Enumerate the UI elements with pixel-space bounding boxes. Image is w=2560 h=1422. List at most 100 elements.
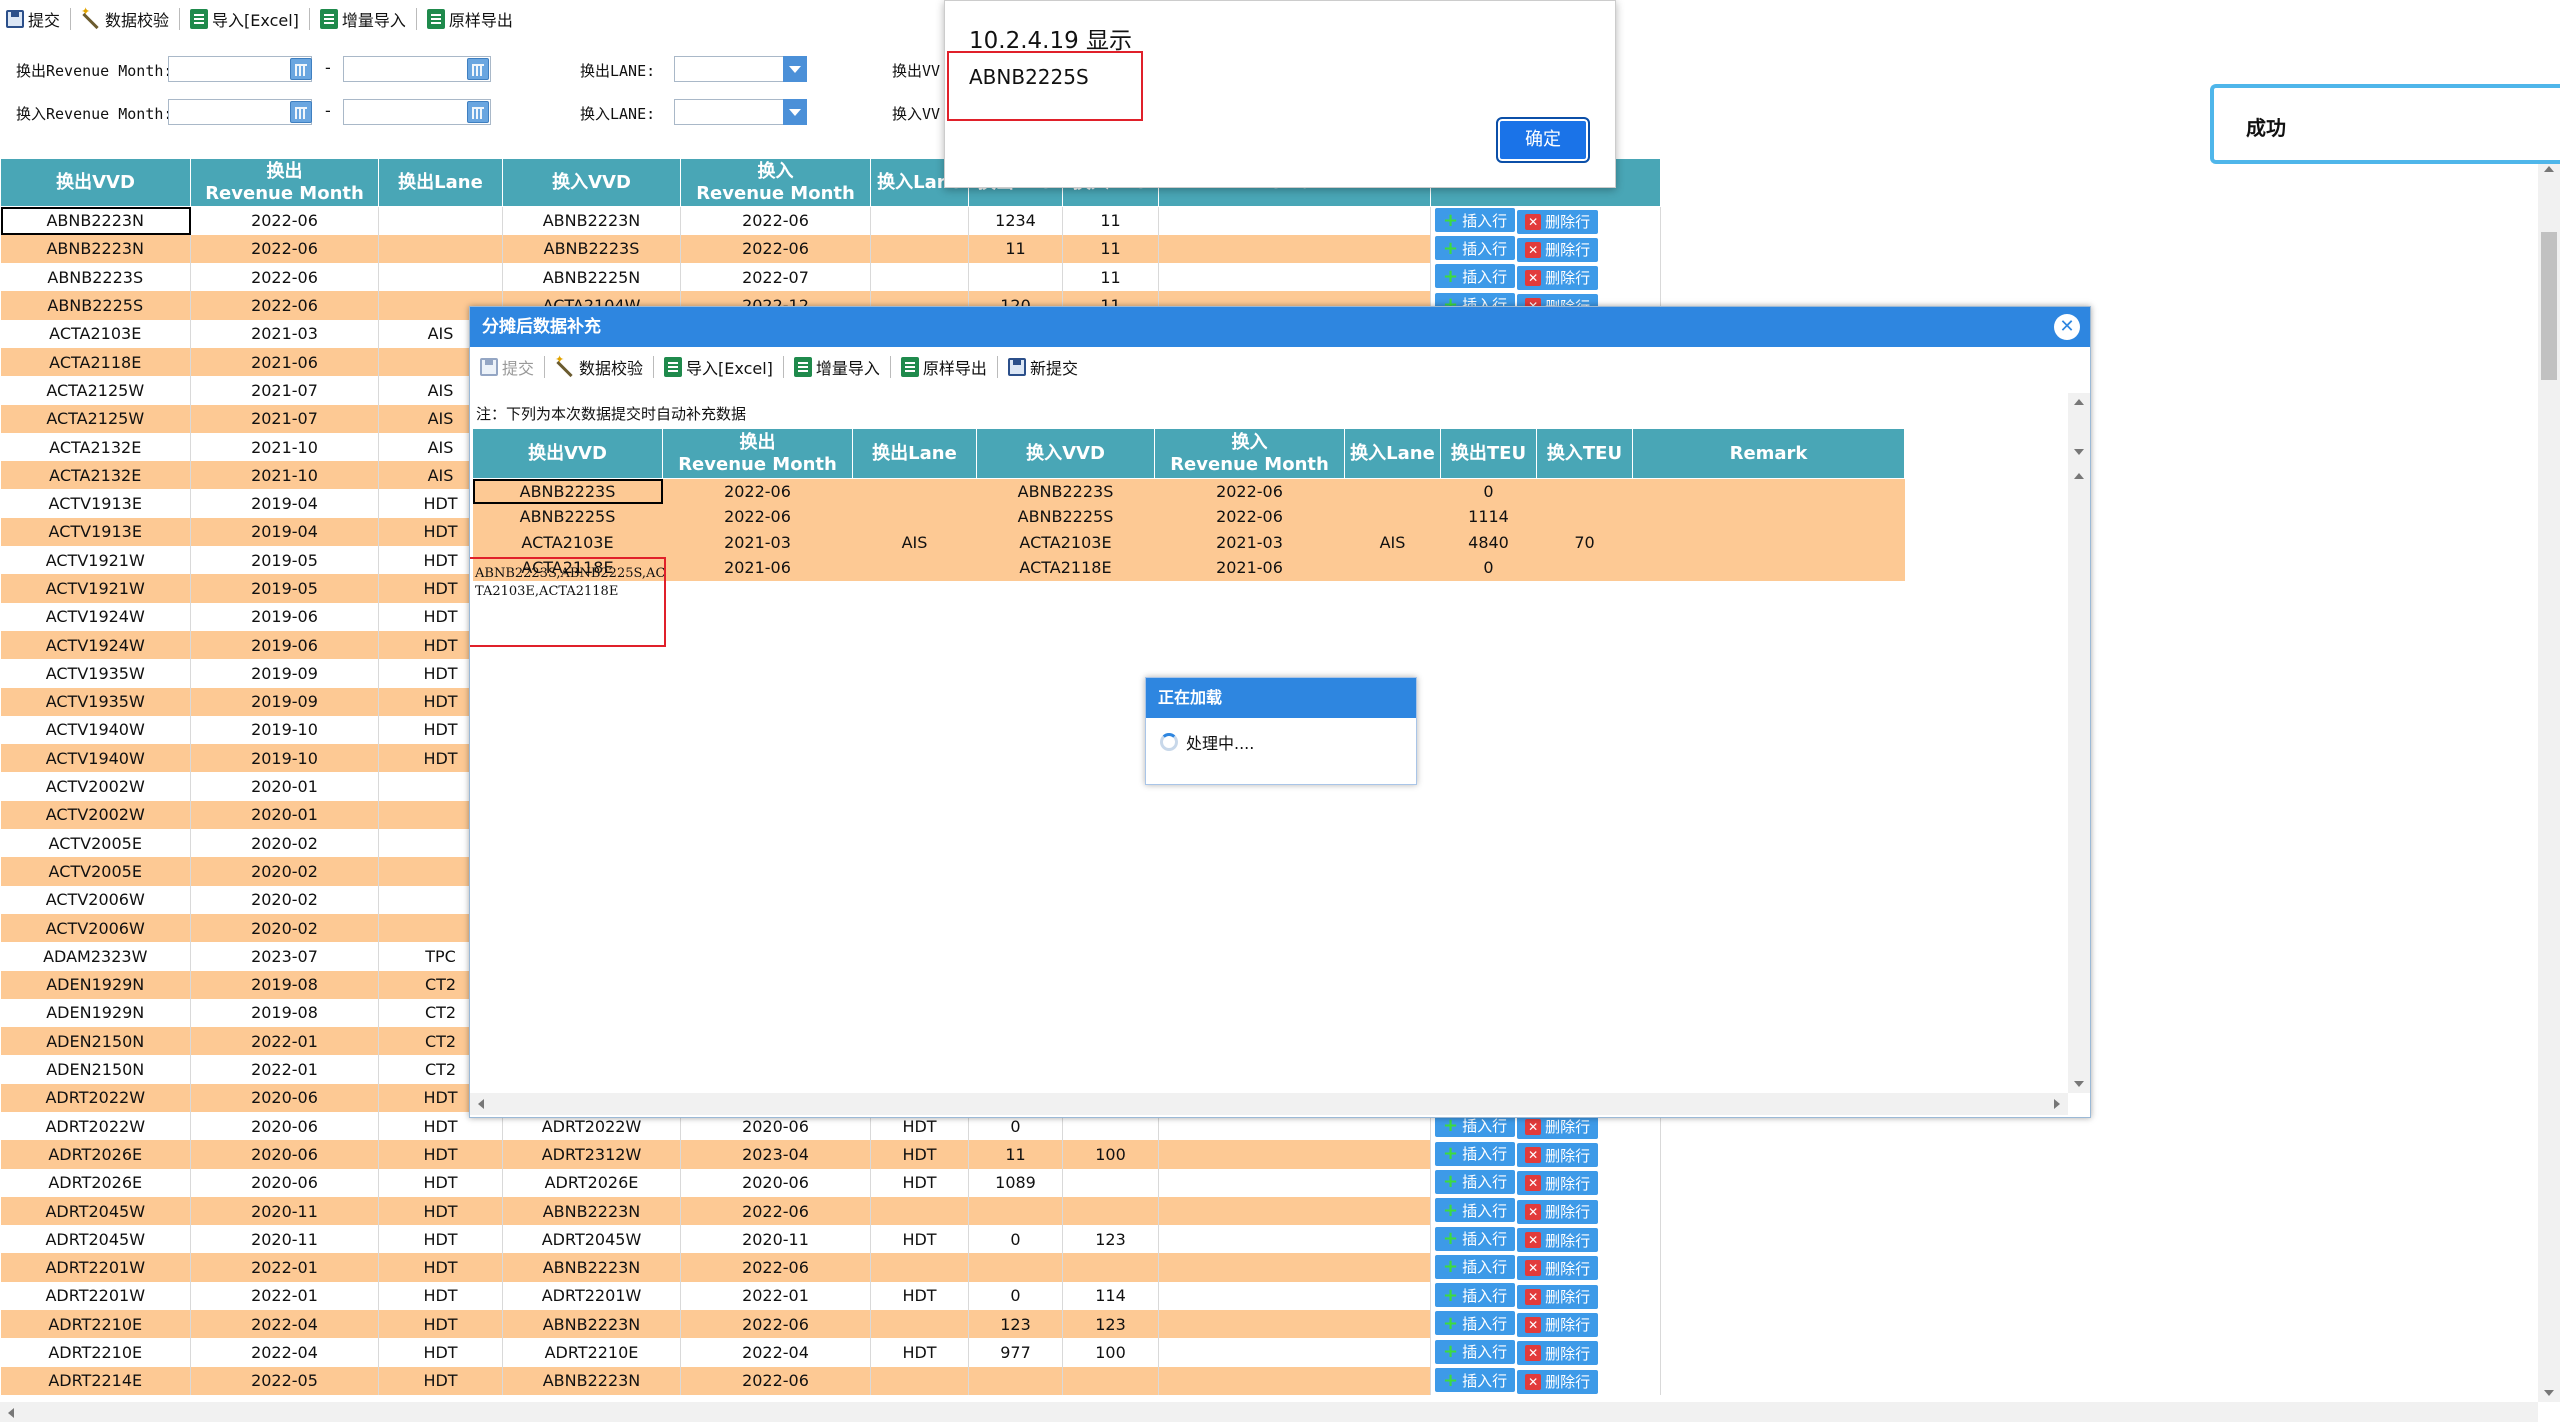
table-cell[interactable]: +插入行✕删除行: [1430, 1253, 1661, 1282]
table-cell[interactable]: ADRT2312W: [502, 1140, 681, 1169]
table-cell[interactable]: ADRT2210E: [0, 1310, 191, 1339]
table-row[interactable]: ADRT2210E 2022-04 HDT ABNB2223N 2022-06 123 12…: [0, 1310, 1661, 1339]
table-cell[interactable]: HDT: [870, 1168, 969, 1197]
table-cell[interactable]: 2022-05: [190, 1366, 379, 1395]
table-cell[interactable]: 2019-06: [190, 630, 379, 660]
table-cell[interactable]: [1158, 1225, 1431, 1254]
table-cell[interactable]: 2019-08: [190, 970, 379, 999]
table-cell[interactable]: ACTV2005E: [0, 829, 191, 858]
table-cell[interactable]: ACTV1924W: [0, 602, 191, 631]
insert-row-button[interactable]: +插入行: [1435, 1368, 1516, 1393]
table-cell[interactable]: 2022-06: [190, 263, 379, 292]
delete-row-button[interactable]: ✕删除行: [1517, 1143, 1599, 1168]
calendar-icon[interactable]: [467, 58, 489, 80]
table-cell[interactable]: HDT: [378, 1253, 503, 1282]
table-cell[interactable]: 100: [1062, 1140, 1159, 1169]
table-cell[interactable]: 2019-09: [190, 659, 379, 688]
table-cell[interactable]: [1536, 504, 1633, 530]
validate-button[interactable]: 数据校验: [75, 4, 175, 34]
table-cell[interactable]: [378, 234, 503, 264]
delete-row-button[interactable]: ✕删除行: [1517, 1114, 1599, 1139]
table-cell[interactable]: 2020-06: [190, 1140, 379, 1169]
table-cell[interactable]: [1158, 1253, 1431, 1282]
column-header[interactable]: 换出TEU: [1440, 428, 1537, 479]
table-cell[interactable]: [870, 206, 969, 235]
table-cell[interactable]: +插入行✕删除行: [1430, 263, 1661, 292]
table-cell[interactable]: ABNB2223N: [502, 206, 681, 235]
table-cell[interactable]: 2021-10: [190, 461, 379, 490]
table-cell[interactable]: 0: [968, 1281, 1063, 1311]
modal-import-excel-button[interactable]: 导入[Excel]: [658, 352, 779, 382]
table-cell[interactable]: HDT: [378, 1281, 503, 1311]
main-vertical-scrollbar[interactable]: [2538, 160, 2560, 1402]
delete-row-button[interactable]: ✕删除行: [1517, 1256, 1599, 1281]
table-cell[interactable]: [1536, 555, 1633, 581]
column-header[interactable]: 换出VVD: [0, 158, 191, 207]
table-cell[interactable]: 70: [1536, 529, 1633, 555]
table-cell[interactable]: HDT: [378, 1225, 503, 1254]
column-header[interactable]: 换入VVD: [502, 158, 681, 207]
table-cell[interactable]: ABNB2223N: [0, 206, 191, 235]
table-cell[interactable]: ADRT2026E: [0, 1168, 191, 1197]
table-cell[interactable]: 2019-06: [190, 602, 379, 631]
table-cell[interactable]: ACTV2002W: [0, 772, 191, 801]
table-cell[interactable]: ACTV1935W: [0, 687, 191, 716]
table-cell[interactable]: ABNB2225S: [472, 504, 663, 530]
table-row[interactable]: ABNB2223N 2022-06 ABNB2223N 2022-06 1234 11 + 插…: [0, 206, 1661, 235]
table-cell[interactable]: 2020-11: [190, 1225, 379, 1254]
table-cell[interactable]: ABNB2223S: [472, 478, 663, 504]
table-cell[interactable]: 2021-07: [190, 376, 379, 405]
table-cell[interactable]: AIS: [852, 529, 977, 555]
table-cell[interactable]: ACTV1924W: [0, 630, 191, 660]
table-cell[interactable]: 2020-02: [190, 885, 379, 914]
table-cell[interactable]: ADAM2323W: [0, 942, 191, 971]
table-cell[interactable]: +插入行✕删除行: [1430, 206, 1661, 235]
table-cell[interactable]: ACTV1921W: [0, 574, 191, 603]
scroll-down-icon[interactable]: [2074, 1081, 2084, 1087]
table-cell[interactable]: [870, 1253, 969, 1282]
table-cell[interactable]: ADRT2026E: [0, 1140, 191, 1169]
table-cell[interactable]: 2020-01: [190, 800, 379, 830]
table-cell[interactable]: 2021-03: [1154, 529, 1345, 555]
table-cell[interactable]: [852, 478, 977, 504]
table-cell[interactable]: 2023-07: [190, 942, 379, 971]
table-cell[interactable]: 2020-06: [190, 1112, 379, 1141]
table-cell[interactable]: [968, 1366, 1063, 1395]
delete-row-button[interactable]: ✕删除行: [1517, 1171, 1599, 1196]
table-cell[interactable]: 2021-10: [190, 432, 379, 462]
table-cell[interactable]: ACTV1935W: [0, 659, 191, 688]
scroll-left-icon[interactable]: [478, 1099, 484, 1109]
table-cell[interactable]: ABNB2223S: [502, 234, 681, 264]
table-cell[interactable]: 123: [1062, 1225, 1159, 1254]
table-cell[interactable]: 123: [968, 1310, 1063, 1339]
delete-row-button[interactable]: ✕删除行: [1517, 209, 1599, 234]
insert-row-button[interactable]: +插入行: [1435, 236, 1516, 261]
table-cell[interactable]: [1062, 1196, 1159, 1226]
table-cell[interactable]: 2022-01: [190, 1027, 379, 1056]
insert-row-button[interactable]: +插入行: [1435, 1198, 1516, 1223]
table-cell[interactable]: ADEN2150N: [0, 1027, 191, 1056]
modal-export-original-button[interactable]: 原样导出: [895, 352, 993, 382]
table-cell[interactable]: [1344, 504, 1441, 530]
chevron-down-icon[interactable]: [783, 56, 807, 82]
table-cell[interactable]: ADRT2201W: [0, 1281, 191, 1311]
insert-row-button[interactable]: +插入行: [1435, 264, 1516, 289]
table-cell[interactable]: 2020-02: [190, 857, 379, 886]
table-cell[interactable]: ADRT2201W: [0, 1253, 191, 1282]
insert-row-button[interactable]: +插入行: [1435, 1141, 1516, 1166]
delete-row-button[interactable]: ✕删除行: [1517, 237, 1599, 262]
table-cell[interactable]: ACTA2132E: [0, 432, 191, 462]
table-cell[interactable]: [1158, 1366, 1431, 1395]
insert-row-button[interactable]: +插入行: [1435, 1283, 1516, 1308]
column-header[interactable]: 换入 Revenue Month: [1154, 428, 1345, 479]
table-cell[interactable]: 11: [968, 234, 1063, 264]
table-cell[interactable]: 2022-06: [1154, 478, 1345, 504]
table-cell[interactable]: +插入行✕删除行: [1430, 1338, 1661, 1367]
delete-row-button[interactable]: ✕删除行: [1517, 1284, 1599, 1309]
table-cell[interactable]: ACTV2005E: [0, 857, 191, 886]
table-cell[interactable]: +插入行✕删除行: [1430, 1140, 1661, 1169]
table-cell[interactable]: [1632, 555, 1905, 581]
column-header[interactable]: Remark: [1632, 428, 1905, 479]
table-cell[interactable]: [1158, 1140, 1431, 1169]
table-cell[interactable]: 2020-02: [190, 829, 379, 858]
